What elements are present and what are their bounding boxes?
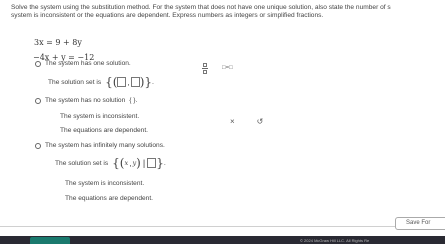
ordered-pair-set: {( , )}. [105, 75, 154, 89]
instructions: Solve the system using the substitution … [11, 4, 445, 21]
math-toolbar: □=□ [202, 63, 233, 74]
clear-icon[interactable]: × [230, 117, 235, 126]
set-condition-input[interactable] [147, 158, 157, 168]
instructions-line-2: system is inconsistent or the equations … [11, 12, 324, 20]
save-button[interactable]: Save For [395, 217, 445, 230]
y-value-input[interactable] [130, 77, 140, 87]
radio-no-solution[interactable] [35, 97, 41, 104]
fraction-icon[interactable] [202, 63, 208, 74]
solution-set-label: The solution set is [48, 78, 102, 86]
infinite-solution-set-row: The solution set is {( x , y ) | }. [55, 156, 166, 170]
set-builder: {( x , y ) | }. [112, 156, 166, 170]
equation-1: 3x = 9 + 8y [34, 38, 82, 47]
option-no-solution[interactable]: The system has no solution { }. [35, 97, 137, 104]
footer-divider [0, 226, 445, 227]
empty-set: { }. [129, 97, 138, 104]
x-value-input[interactable] [117, 77, 127, 87]
copyright: © 2024 McGraw Hill LLC. All Rights Re [300, 238, 370, 243]
option-infinite-solutions[interactable]: The system has infinitely many solutions… [35, 142, 165, 149]
radio-infinite-solutions[interactable] [35, 142, 41, 149]
math-toolbar-actions: × ↺ [230, 117, 263, 126]
option-one-solution[interactable]: The system has one solution. [35, 60, 131, 67]
option-infinite-label: The system has infinitely many solutions… [45, 142, 165, 149]
radio-one-solution[interactable] [35, 60, 41, 67]
option-one-solution-label: The system has one solution. [45, 60, 131, 67]
infinite-set-label: The solution set is [55, 159, 109, 167]
undo-icon[interactable]: ↺ [257, 117, 264, 126]
no-solution-inconsistent: The system is inconsistent. [60, 113, 140, 120]
equation-template-icon[interactable]: □=□ [222, 65, 233, 71]
var-x: x [124, 159, 129, 167]
instructions-line-1: Solve the system using the substitution … [11, 4, 391, 11]
one-solution-set-row: The solution set is {( , )}. [48, 75, 154, 89]
option-no-solution-label: The system has no solution [45, 97, 126, 104]
infinite-inconsistent: The system is inconsistent. [65, 180, 145, 187]
footer-tab[interactable] [30, 237, 70, 244]
no-solution-dependent: The equations are dependent. [60, 127, 148, 134]
infinite-dependent: The equations are dependent. [65, 195, 153, 202]
